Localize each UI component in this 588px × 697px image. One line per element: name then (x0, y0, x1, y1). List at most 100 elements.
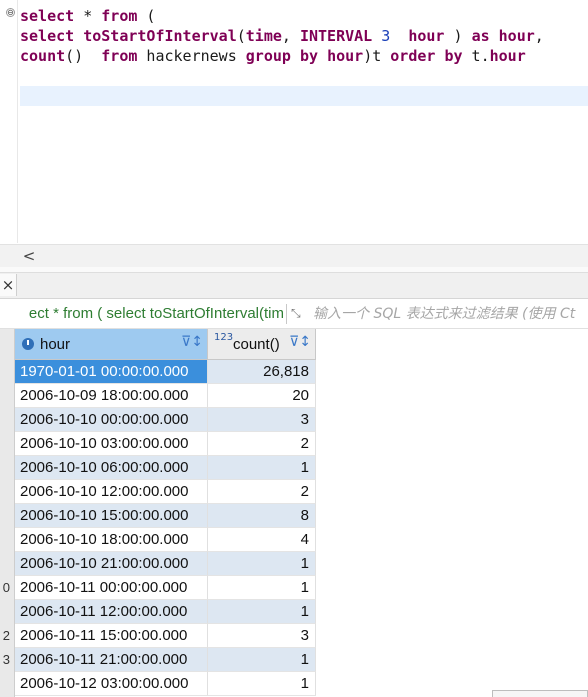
sql-keyword: as (471, 27, 490, 45)
cell-count[interactable]: 3 (208, 408, 316, 432)
code-line-2[interactable]: select toStartOfInterval(time, INTERVAL … (20, 26, 544, 46)
column-filter-sort-icon[interactable]: ⊽↕ (181, 334, 203, 350)
sql-keyword: time (245, 27, 282, 45)
sql-text: hackernews (137, 47, 246, 65)
cell-count[interactable]: 1 (208, 552, 316, 576)
row-number-column: 0 2 3 (0, 329, 15, 697)
cell-hour[interactable]: 2006-10-10 06:00:00.000 (15, 456, 208, 480)
cell-hour[interactable]: 2006-10-09 18:00:00.000 (15, 384, 208, 408)
sql-keyword: INTERVAL (299, 27, 373, 45)
row-number (0, 600, 10, 624)
cell-hour[interactable]: 2006-10-11 15:00:00.000 (15, 624, 208, 648)
cell-hour[interactable]: 2006-10-10 03:00:00.000 (15, 432, 208, 456)
cell-hour[interactable]: 2006-10-11 00:00:00.000 (15, 576, 208, 600)
sql-keyword: hour (498, 27, 535, 45)
cell-count[interactable]: 1 (208, 672, 316, 696)
sql-keyword: from (101, 47, 138, 65)
table-row[interactable]: 2006-10-10 00:00:00.000 3 (15, 408, 316, 432)
sql-text: ( (236, 27, 246, 45)
sql-keyword: hour (408, 27, 445, 45)
clock-icon (22, 338, 34, 350)
cell-count[interactable]: 1 (208, 576, 316, 600)
row-number (0, 528, 10, 552)
table-row[interactable]: 2006-10-10 12:00:00.000 2 (15, 480, 316, 504)
cell-hour[interactable]: 1970-01-01 00:00:00.000 (15, 360, 208, 384)
editor-gutter (17, 0, 18, 243)
cell-count[interactable]: 1 (208, 456, 316, 480)
cell-count[interactable]: 2 (208, 480, 316, 504)
column-header-label: count() (233, 336, 280, 353)
grid-horizontal-scrollbar-thumb[interactable] (492, 690, 588, 697)
row-number (0, 456, 10, 480)
close-icon[interactable]: × (0, 274, 17, 296)
row-number: 2 (2, 628, 10, 643)
column-header-count[interactable]: 123 count() ⊽↕ (208, 329, 316, 360)
row-number (0, 384, 10, 408)
cell-hour[interactable]: 2006-10-10 12:00:00.000 (15, 480, 208, 504)
result-filter-bar: ect * from ( select toStartOfInterval(ti… (0, 300, 588, 329)
cell-count[interactable]: 26,818 (208, 360, 316, 384)
fold-collapse-icon[interactable]: ⊖ (6, 8, 15, 17)
code-line-1[interactable]: select * from ( (20, 6, 155, 26)
table-row[interactable]: 2006-10-11 12:00:00.000 1 (15, 600, 316, 624)
results-grid[interactable]: 023 hour ⊽↕ 123 count() ⊽↕ 1970-01-01 00… (0, 329, 588, 697)
filter-expression-input[interactable] (313, 304, 588, 324)
cell-hour[interactable]: 2006-10-12 03:00:00.000 (15, 672, 208, 696)
code-line-3[interactable]: count() from hackernews group by hour)t … (20, 46, 526, 66)
table-row[interactable]: 2006-10-10 15:00:00.000 8 (15, 504, 316, 528)
scroll-left-arrow-icon[interactable]: < (20, 246, 38, 266)
table-row[interactable]: 2006-10-11 00:00:00.000 1 (15, 576, 316, 600)
sql-keyword: group (245, 47, 291, 65)
column-filter-sort-icon[interactable]: ⊽↕ (289, 334, 311, 350)
table-row[interactable]: 2006-10-10 18:00:00.000 4 (15, 528, 316, 552)
row-number (0, 504, 10, 528)
cell-count[interactable]: 20 (208, 384, 316, 408)
table-row[interactable]: 2006-10-11 15:00:00.000 3 (15, 624, 316, 648)
column-header-hour[interactable]: hour ⊽↕ (15, 329, 208, 360)
row-number: 0 (2, 580, 10, 595)
row-number (0, 360, 10, 384)
table-row[interactable]: 2006-10-10 03:00:00.000 2 (15, 432, 316, 456)
sql-text: , (534, 27, 544, 45)
sql-number: 3 (381, 27, 391, 45)
sql-keyword: hour (489, 47, 526, 65)
sql-editor[interactable]: ⊖ select * from ( select toStartOfInterv… (0, 0, 588, 243)
table-row[interactable]: 2006-10-10 06:00:00.000 1 (15, 456, 316, 480)
sql-keyword: by (299, 47, 319, 65)
cell-count[interactable]: 4 (208, 528, 316, 552)
sql-text: ) (444, 27, 472, 45)
editor-horizontal-scrollbar[interactable]: < (0, 244, 588, 267)
table-row[interactable]: 2006-10-11 21:00:00.000 1 (15, 648, 316, 672)
row-number (0, 552, 10, 576)
row-number (0, 432, 10, 456)
cell-hour[interactable]: 2006-10-10 21:00:00.000 (15, 552, 208, 576)
sql-text: () (65, 47, 102, 65)
cell-hour[interactable]: 2006-10-10 18:00:00.000 (15, 528, 208, 552)
table-row[interactable]: 2006-10-10 21:00:00.000 1 (15, 552, 316, 576)
table-row[interactable]: 2006-10-12 03:00:00.000 1 (15, 672, 316, 696)
expand-icon[interactable]: ⤡ (291, 305, 307, 321)
cell-hour[interactable]: 2006-10-10 15:00:00.000 (15, 504, 208, 528)
cell-hour[interactable]: 2006-10-10 00:00:00.000 (15, 408, 208, 432)
cell-count[interactable]: 8 (208, 504, 316, 528)
row-number: 3 (2, 652, 10, 667)
table-row[interactable]: 1970-01-01 00:00:00.000 26,818 (15, 360, 316, 384)
row-number (0, 408, 10, 432)
column-header-label: hour (40, 336, 71, 353)
sql-keyword: hour (327, 47, 364, 65)
sql-text: t. (462, 47, 490, 65)
cell-count[interactable]: 2 (208, 432, 316, 456)
cell-count[interactable]: 3 (208, 624, 316, 648)
row-number (0, 672, 10, 696)
sql-text: * (74, 7, 102, 25)
sql-keyword: toStartOfInterval (83, 27, 237, 45)
table-row[interactable]: 2006-10-09 18:00:00.000 20 (15, 384, 316, 408)
cell-hour[interactable]: 2006-10-11 21:00:00.000 (15, 648, 208, 672)
cell-count[interactable]: 1 (208, 648, 316, 672)
cell-hour[interactable]: 2006-10-11 12:00:00.000 (15, 600, 208, 624)
cell-count[interactable]: 1 (208, 600, 316, 624)
